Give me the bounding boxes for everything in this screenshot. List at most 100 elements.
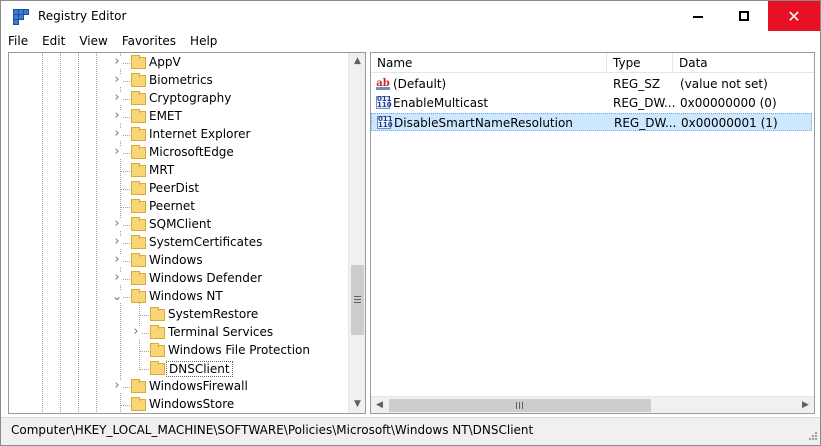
value-name: DisableSmartNameResolution [394, 116, 573, 130]
list-item[interactable]: 011 110 DisableSmartNameResolution REG_DW.… [371, 113, 812, 131]
string-value-icon: ab [376, 78, 390, 90]
value-type: REG_DW... [613, 96, 675, 110]
tree-item[interactable]: › Internet Explorer [9, 126, 347, 144]
tree-item[interactable]: › Terminal Services [9, 324, 347, 342]
value-data: (value not set) [680, 77, 768, 91]
expand-icon[interactable]: › [112, 109, 122, 122]
minimize-button[interactable] [675, 1, 721, 31]
scroll-right-icon[interactable]: ▶ [797, 397, 814, 413]
scrollbar-thumb[interactable] [351, 265, 364, 335]
value-type: REG_SZ [613, 77, 661, 91]
folder-icon [131, 127, 146, 141]
folder-icon [150, 343, 165, 357]
folder-icon [131, 145, 146, 159]
tree-item-label: PeerDist [149, 181, 200, 195]
tree-item[interactable]: › MicrosoftEdge [9, 144, 347, 162]
scroll-down-icon[interactable]: ▼ [349, 396, 365, 413]
menu-bar: File Edit View Favorites Help [1, 32, 820, 52]
folder-icon [131, 289, 146, 303]
column-header-name[interactable]: Name [371, 53, 607, 73]
expand-icon[interactable]: › [112, 217, 122, 230]
binary-value-icon: 011 110 [377, 115, 393, 129]
tree-connector [120, 171, 130, 172]
folder-icon [131, 253, 146, 267]
tree-item[interactable]: PeerDist [9, 180, 347, 198]
tree-item[interactable]: › WindowsFirewall [9, 378, 347, 396]
tree-item-label: AppV [149, 55, 181, 69]
collapse-icon[interactable]: ⌄ [112, 290, 122, 302]
tree-connector [139, 369, 149, 370]
status-bar: Computer\HKEY_LOCAL_MACHINE\SOFTWARE\Pol… [1, 417, 820, 445]
tree-item[interactable]: ⌄ Windows NT [9, 288, 347, 306]
tree-item-label: Peernet [149, 199, 195, 213]
tree-item-label: MicrosoftEdge [149, 145, 234, 159]
expand-icon[interactable]: › [112, 271, 122, 284]
tree-item-label: SQMClient [149, 217, 212, 231]
tree-vertical-scrollbar[interactable]: ▲ ▼ [348, 53, 365, 413]
list-horizontal-scrollbar[interactable]: ◀ ▶ [371, 396, 814, 413]
tree-item[interactable]: MRT [9, 162, 347, 180]
tree-item[interactable]: Peernet [9, 198, 347, 216]
registry-editor-window: Registry Editor ✕ File Edit View Favorit… [0, 0, 821, 446]
tree-connector [139, 351, 149, 352]
tree-item-label: SystemCertificates [149, 235, 263, 249]
resize-grip-icon[interactable] [806, 431, 818, 443]
value-data: 0x00000001 (1) [681, 116, 778, 130]
values-list-pane[interactable]: Name Type Data ab (Default) REG_SZ (value n… [370, 52, 815, 414]
expand-icon[interactable]: › [112, 235, 122, 248]
expand-icon[interactable]: › [112, 379, 122, 392]
tree-item[interactable]: › Windows [9, 252, 347, 270]
tree-item[interactable]: › SQMClient [9, 216, 347, 234]
tree-item-label: Cryptography [149, 91, 232, 105]
expand-icon[interactable]: › [112, 145, 122, 158]
tree-item-label: EMET [149, 109, 182, 123]
folder-icon [131, 55, 146, 69]
tree-item[interactable]: WindowsStore [9, 396, 347, 413]
expand-icon[interactable]: › [112, 55, 122, 68]
tree-item-label: SystemRestore [168, 307, 259, 321]
value-name: (Default) [393, 77, 447, 91]
tree-item[interactable]: › Windows Defender [9, 270, 347, 288]
expand-icon[interactable]: › [112, 127, 122, 140]
tree-item-label: Windows File Protection [168, 343, 310, 357]
tree-connector [120, 207, 130, 208]
title-bar[interactable]: Registry Editor ✕ [1, 1, 820, 32]
close-button[interactable]: ✕ [768, 1, 820, 31]
tree-item[interactable]: › Cryptography [9, 90, 347, 108]
expand-icon[interactable]: › [112, 91, 122, 104]
tree-item-label: Windows Defender [149, 271, 263, 285]
folder-icon [150, 361, 165, 375]
menu-favorites[interactable]: Favorites [115, 32, 183, 52]
folder-icon [150, 307, 165, 321]
scroll-left-icon[interactable]: ◀ [371, 397, 388, 413]
tree-item[interactable]: › EMET [9, 108, 347, 126]
expand-icon[interactable]: › [131, 325, 141, 338]
menu-view[interactable]: View [72, 32, 114, 52]
expand-icon[interactable]: › [112, 73, 122, 86]
tree-item[interactable]: › Biometrics [9, 72, 347, 90]
maximize-button[interactable] [721, 1, 767, 31]
folder-icon [131, 91, 146, 105]
folder-icon [131, 109, 146, 123]
scroll-up-icon[interactable]: ▲ [349, 53, 365, 70]
tree-item-label: Biometrics [149, 73, 213, 87]
tree-item[interactable]: DNSClient [9, 360, 347, 378]
tree-item[interactable]: Windows File Protection [9, 342, 347, 360]
scrollbar-thumb[interactable] [389, 399, 651, 412]
menu-help[interactable]: Help [183, 32, 224, 52]
window-title: Registry Editor [38, 9, 127, 23]
folder-icon [131, 235, 146, 249]
close-icon: ✕ [787, 6, 801, 26]
list-item[interactable]: 011 110 EnableMulticast REG_DW... 0x0000000… [371, 94, 812, 112]
key-tree-pane[interactable]: › AppV › Biometrics › Cryptography › EMET › Inter… [8, 52, 366, 414]
expand-icon[interactable]: › [112, 253, 122, 266]
column-header-data[interactable]: Data [673, 53, 814, 73]
tree-item[interactable]: › AppV [9, 54, 347, 72]
column-header-type[interactable]: Type [607, 53, 673, 73]
tree-item[interactable]: › SystemCertificates [9, 234, 347, 252]
tree-item[interactable]: SystemRestore [9, 306, 347, 324]
list-item[interactable]: ab (Default) REG_SZ (value not set) [371, 75, 812, 93]
menu-file[interactable]: File [1, 32, 35, 52]
tree-item-label: DNSClient [166, 361, 233, 377]
menu-edit[interactable]: Edit [35, 32, 72, 52]
